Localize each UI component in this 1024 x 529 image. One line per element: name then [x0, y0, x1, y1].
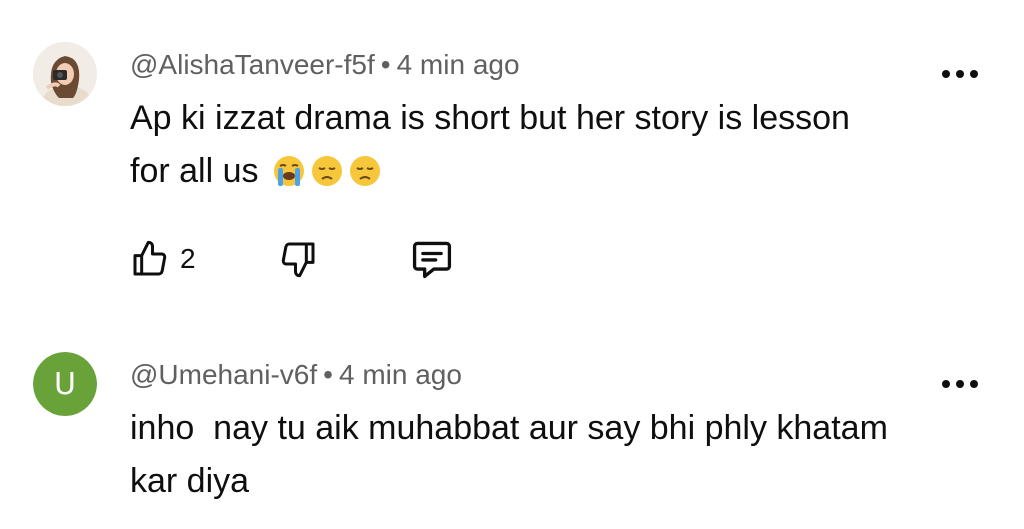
more-options-button[interactable]	[942, 378, 978, 390]
comment-text-line-with-emoji: for all us	[130, 145, 990, 198]
author-handle[interactable]: @AlishaTanveer-f5f	[130, 49, 375, 80]
comment-meta: @Umehani-v6f • 4 min ago	[130, 357, 462, 393]
more-options-button[interactable]	[942, 68, 978, 80]
disappointed-face-icon	[349, 156, 380, 186]
thumbs-up-icon	[133, 240, 167, 276]
avatar[interactable]: U	[33, 352, 97, 416]
like-button[interactable]: 2	[130, 234, 196, 284]
meta-separator: •	[380, 49, 391, 80]
comment-thread-item: U @Umehani-v6f • 4 min ago inho nay tu aik…	[0, 310, 1024, 529]
comment-text: inho nay tu aik muhabbat aur say bhi phl…	[130, 402, 990, 508]
like-count: 2	[180, 243, 196, 274]
dot-icon	[956, 70, 964, 78]
reply-button[interactable]	[410, 234, 454, 284]
thumbs-down-icon	[281, 242, 315, 278]
avatar[interactable]	[33, 42, 97, 106]
comment-text-line: kar diya	[130, 462, 250, 500]
loudly-crying-face-icon	[273, 156, 304, 186]
dot-icon	[942, 380, 950, 388]
meta-separator: •	[323, 359, 333, 390]
avatar-photo-icon	[33, 42, 97, 106]
dot-icon	[970, 380, 978, 388]
dot-icon	[970, 70, 978, 78]
comment-text: Ap ki izzat drama is short but her story…	[130, 92, 990, 198]
dot-icon	[942, 70, 950, 78]
reply-comment-icon	[412, 241, 452, 279]
comment-time: 4 min ago	[338, 359, 462, 390]
comment-time: 4 min ago	[396, 49, 520, 80]
comment-text-line: for all us	[130, 152, 259, 190]
avatar-letter: U	[33, 352, 97, 416]
author-handle[interactable]: @Umehani-v6f	[130, 359, 317, 390]
comment-meta: @AlishaTanveer-f5f • 4 min ago	[130, 47, 520, 83]
comment-thread-item: @AlishaTanveer-f5f • 4 min ago Ap ki izzat…	[0, 0, 1024, 310]
comment-text-line: inho nay tu aik muhabbat aur say bhi phl…	[130, 409, 888, 447]
dot-icon	[956, 380, 964, 388]
disappointed-face-icon	[311, 156, 342, 186]
comment-text-line: Ap ki izzat drama is short but her story…	[130, 99, 850, 137]
dislike-button[interactable]	[278, 234, 318, 284]
